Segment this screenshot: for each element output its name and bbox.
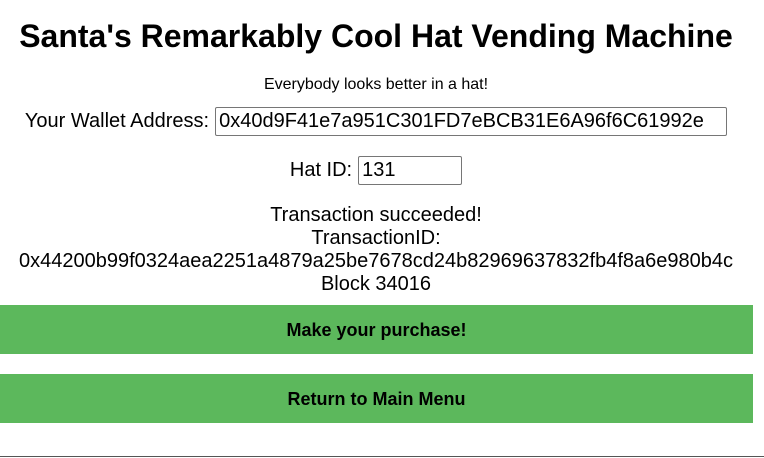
hat-id-row: Hat ID: xyxy=(0,156,752,185)
transaction-status: Transaction succeeded! xyxy=(270,204,482,226)
bottom-divider xyxy=(0,456,764,457)
transaction-id-value: 0x44200b99f0324aea2251a4879a25be7678cd24… xyxy=(18,250,734,272)
return-to-main-menu-button[interactable]: Return to Main Menu xyxy=(0,374,753,423)
page-subtitle: Everybody looks better in a hat! xyxy=(263,76,489,93)
page-title: Santa's Remarkably Cool Hat Vending Mach… xyxy=(19,18,733,54)
wallet-address-label: Your Wallet Address: xyxy=(24,110,210,132)
make-purchase-button[interactable]: Make your purchase! xyxy=(0,305,753,354)
block-number: Block 34016 xyxy=(320,273,432,295)
hat-id-label: Hat ID: xyxy=(289,159,353,181)
transaction-id-label: TransactionID: xyxy=(311,227,441,249)
hat-vending-page: Santa's Remarkably Cool Hat Vending Mach… xyxy=(0,0,764,458)
hat-id-input[interactable] xyxy=(358,156,463,185)
wallet-address-input[interactable] xyxy=(215,107,728,136)
wallet-row: Your Wallet Address: xyxy=(0,107,752,136)
transaction-result: Transaction succeeded! TransactionID: 0x… xyxy=(0,204,752,296)
